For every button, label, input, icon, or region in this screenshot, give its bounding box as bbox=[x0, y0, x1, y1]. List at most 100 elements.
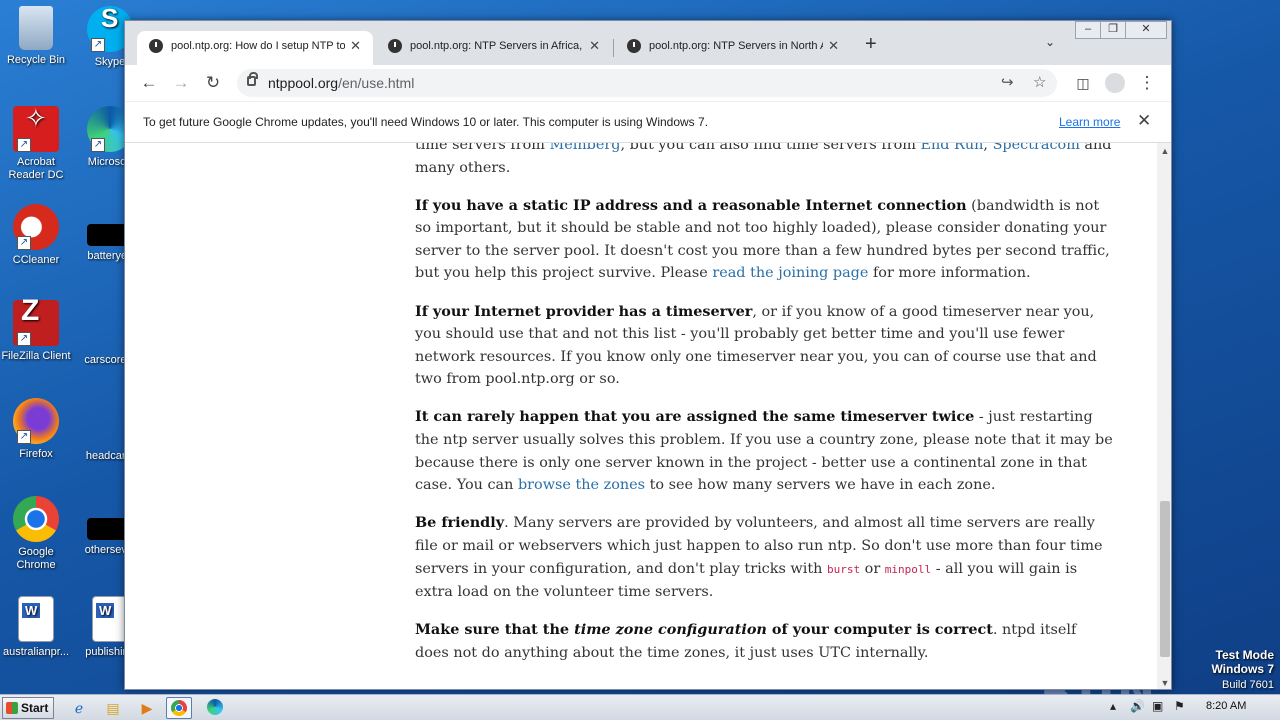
chrome-icon bbox=[13, 496, 59, 542]
desktop-icon-word-doc-1[interactable]: W australianpr... bbox=[0, 596, 74, 659]
windows-flag-icon bbox=[6, 702, 18, 714]
firefox-icon: ↗ bbox=[13, 398, 59, 444]
learn-more-link[interactable]: Learn more bbox=[1059, 115, 1120, 129]
word-document-icon: W bbox=[92, 596, 128, 642]
desktop-icon-label: Acrobat Reader DC bbox=[8, 156, 64, 181]
scrollbar-thumb[interactable] bbox=[1160, 501, 1170, 657]
close-tab-icon[interactable]: ✕ bbox=[828, 31, 839, 61]
address-bar[interactable]: ntppool.org/en/use.html ↪ ☆ bbox=[237, 69, 1057, 97]
bold-lead: If you have a static IP address and a re… bbox=[415, 196, 967, 214]
joining-page-link[interactable]: read the joining page bbox=[712, 265, 868, 281]
media-player-taskbar-icon[interactable]: ▶ bbox=[134, 697, 160, 719]
browse-zones-link[interactable]: browse the zones bbox=[518, 477, 645, 493]
update-infobar: To get future Google Chrome updates, you… bbox=[125, 101, 1171, 143]
forward-arrow-icon[interactable]: → bbox=[169, 71, 193, 95]
desktop-icon-label: FileZilla Client bbox=[1, 350, 71, 362]
minimize-window-button[interactable]: – bbox=[1075, 21, 1101, 39]
code-burst: burst bbox=[826, 562, 861, 576]
globe-clock-favicon-icon bbox=[388, 39, 402, 53]
build-number-text: Build 7601 bbox=[1222, 679, 1274, 691]
desktop-icon-firefox[interactable]: ↗ Firefox bbox=[0, 398, 74, 461]
desktop-icon-chrome[interactable]: Google Chrome bbox=[0, 496, 74, 572]
ccleaner-icon: ↗ bbox=[13, 204, 59, 250]
bookmark-star-icon[interactable]: ☆ bbox=[1033, 73, 1046, 91]
desktop-icon-recycle-bin[interactable]: Recycle Bin bbox=[0, 6, 74, 67]
close-infobar-icon[interactable]: ✕ bbox=[1137, 111, 1151, 131]
text-span: time servers from bbox=[415, 143, 550, 153]
show-hidden-icons-icon[interactable]: ▴ bbox=[1110, 699, 1116, 713]
url-path: /en/use.html bbox=[338, 75, 415, 91]
internet-explorer-taskbar-icon[interactable]: ℯ bbox=[66, 697, 92, 719]
code-minpoll: minpoll bbox=[884, 562, 932, 576]
file-explorer-taskbar-icon[interactable]: ▤ bbox=[100, 697, 126, 719]
browser-toolbar: ← → ↻ ntppool.org/en/use.html ↪ ☆ ◫ ⋮ bbox=[125, 65, 1171, 101]
profile-avatar-icon[interactable] bbox=[1103, 71, 1127, 95]
scroll-down-arrow-icon[interactable]: ▼ bbox=[1157, 675, 1171, 689]
spectracom-link[interactable]: Spectracom bbox=[993, 143, 1080, 153]
recycle-bin-icon bbox=[19, 6, 53, 50]
text-span: to see how many servers we have in each … bbox=[645, 477, 996, 494]
url-text[interactable]: ntppool.org/en/use.html bbox=[268, 75, 414, 91]
close-tab-icon[interactable]: ✕ bbox=[350, 31, 361, 61]
meinberg-link[interactable]: Meinberg bbox=[549, 143, 620, 153]
test-mode-text: Test Mode bbox=[1215, 648, 1274, 662]
volume-icon[interactable]: 🔊 bbox=[1130, 699, 1145, 713]
bold-lead: It can rarely happen that you are assign… bbox=[415, 408, 975, 426]
url-host: ntppool.org bbox=[268, 75, 339, 91]
end-run-link[interactable]: End Run bbox=[920, 143, 983, 153]
page-content: time servers from Meinberg, but you can … bbox=[125, 143, 1157, 689]
desktop-icon-label: Recycle Bin bbox=[6, 54, 66, 66]
new-tab-button[interactable]: + bbox=[865, 33, 877, 56]
start-label: Start bbox=[21, 701, 49, 715]
menu-kebab-icon[interactable]: ⋮ bbox=[1135, 71, 1159, 95]
reload-icon[interactable]: ↻ bbox=[201, 71, 225, 95]
bold-lead: If your Internet provider has a timeserv… bbox=[415, 302, 753, 320]
start-button[interactable]: Start bbox=[2, 697, 54, 719]
desktop-icon-label: australianpr... bbox=[2, 646, 70, 658]
word-document-icon: W bbox=[18, 596, 54, 642]
paragraph-time-servers: time servers from Meinberg, but you can … bbox=[415, 143, 1113, 179]
side-panel-icon[interactable]: ◫ bbox=[1071, 71, 1095, 95]
action-center-flag-icon[interactable]: ⚑ bbox=[1174, 699, 1185, 713]
desktop-icon-label: Google Chrome bbox=[16, 546, 56, 571]
shortcut-arrow-icon: ↗ bbox=[91, 138, 105, 152]
shortcut-arrow-icon: ↗ bbox=[17, 332, 31, 346]
close-tab-icon[interactable]: ✕ bbox=[589, 31, 600, 61]
desktop-icon-filezilla[interactable]: Z ↗ FileZilla Client bbox=[0, 296, 74, 363]
back-arrow-icon[interactable]: ← bbox=[137, 71, 161, 95]
tab-how-to-setup-ntp[interactable]: pool.ntp.org: How do I setup NTP to ✕ bbox=[137, 31, 373, 65]
paragraph-internet-provider: If your Internet provider has a timeserv… bbox=[415, 301, 1113, 391]
tab-ntp-servers-north-america[interactable]: pool.ntp.org: NTP Servers in North A ✕ bbox=[615, 31, 851, 65]
close-window-button[interactable]: ✕ bbox=[1125, 21, 1167, 39]
tab-search-chevron-icon[interactable]: ⌄ bbox=[1045, 35, 1055, 49]
shortcut-arrow-icon: ↗ bbox=[91, 38, 105, 52]
paragraph-be-friendly: Be friendly. Many servers are provided b… bbox=[415, 512, 1113, 603]
acrobat-reader-icon: ✧ ↗ bbox=[13, 105, 59, 152]
desktop-icon-acrobat[interactable]: ✧ ↗ Acrobat Reader DC bbox=[0, 105, 74, 182]
bold-lead: Make sure that the bbox=[415, 621, 575, 639]
chrome-taskbar-icon[interactable] bbox=[166, 697, 192, 719]
infobar-message: To get future Google Chrome updates, you… bbox=[143, 115, 709, 129]
windows-version-text: Windows 7 bbox=[1211, 662, 1274, 676]
restore-window-button[interactable]: ❐ bbox=[1100, 21, 1126, 39]
text-span: , bbox=[983, 143, 993, 153]
desktop-icon-ccleaner[interactable]: ↗ CCleaner bbox=[0, 204, 74, 267]
network-icon[interactable]: ▣ bbox=[1152, 699, 1163, 713]
shortcut-arrow-icon: ↗ bbox=[17, 138, 31, 152]
scroll-up-arrow-icon[interactable]: ▲ bbox=[1157, 143, 1171, 159]
text-span: for more information. bbox=[868, 265, 1031, 282]
taskbar-clock[interactable]: 8:20 AM bbox=[1206, 700, 1246, 712]
tab-title: pool.ntp.org: NTP Servers in Africa, bbox=[410, 40, 583, 52]
page-scrollbar[interactable]: ▲ ▼ bbox=[1157, 143, 1171, 689]
tab-ntp-servers-africa[interactable]: pool.ntp.org: NTP Servers in Africa, ✕ bbox=[376, 31, 612, 65]
globe-clock-favicon-icon bbox=[149, 39, 163, 53]
bold-italic-text: time zone configuration bbox=[574, 621, 767, 639]
share-icon[interactable]: ↪ bbox=[1001, 73, 1014, 91]
globe-clock-favicon-icon bbox=[627, 39, 641, 53]
tab-strip: pool.ntp.org: How do I setup NTP to ✕ po… bbox=[125, 21, 1171, 65]
text-span: , but you can also find time servers fro… bbox=[620, 143, 921, 153]
text-span: or bbox=[860, 560, 885, 577]
filezilla-icon: Z ↗ bbox=[13, 296, 59, 346]
paragraph-time-zone: Make sure that the time zone configurati… bbox=[415, 619, 1113, 664]
edge-taskbar-icon[interactable] bbox=[202, 697, 228, 719]
